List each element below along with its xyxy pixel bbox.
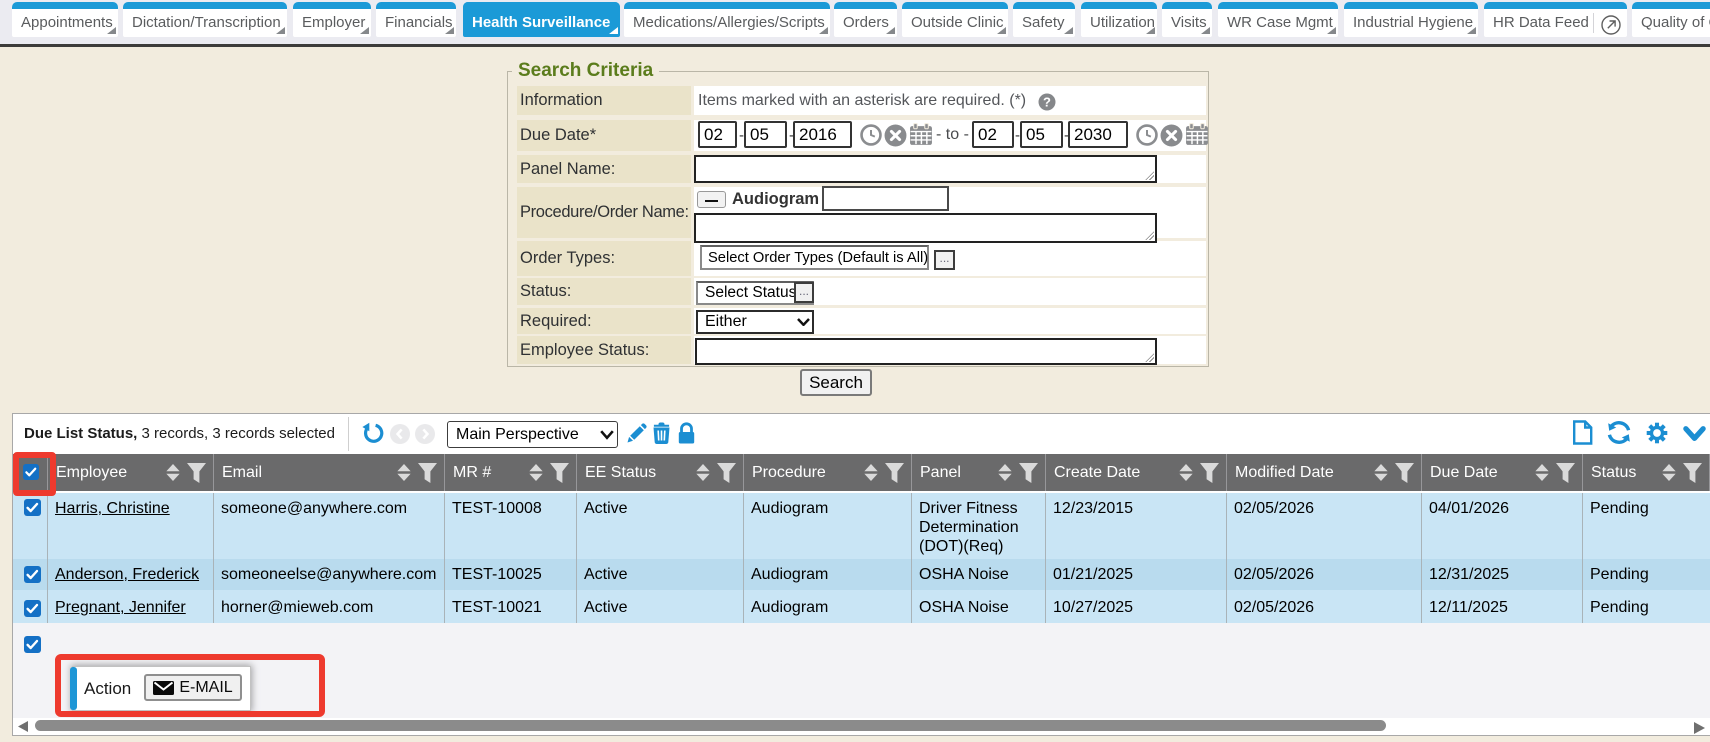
svg-text:?: ?	[1043, 94, 1051, 109]
